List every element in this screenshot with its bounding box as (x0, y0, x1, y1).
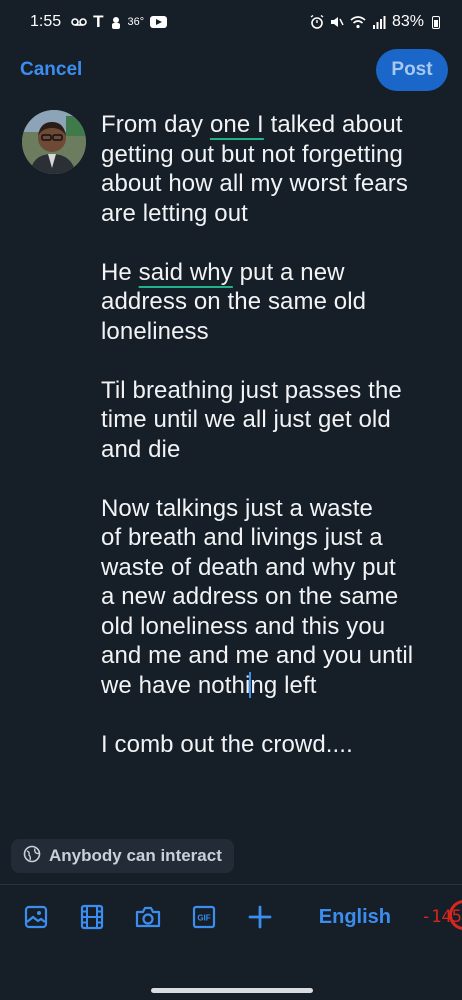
status-right: 83% (310, 13, 440, 31)
paragraph: Now talkings just a waste of breath and … (101, 494, 446, 701)
mute-icon (330, 15, 344, 29)
language-selector[interactable]: English (319, 906, 391, 929)
post-text-input[interactable]: From day one I talked about getting out … (101, 110, 446, 789)
avatar (22, 110, 86, 174)
paragraph: He said why put a new address on the sam… (101, 258, 446, 347)
status-time: 1:55 (30, 13, 62, 30)
paragraph: Til breathing just passes the time until… (101, 376, 402, 463)
text-span: Now talkings just a waste of breath and … (101, 494, 414, 699)
divider (0, 884, 462, 885)
alarm-icon (310, 15, 324, 29)
video-icon[interactable] (78, 903, 105, 931)
text-span: From day (101, 111, 210, 138)
youtube-icon (150, 16, 168, 28)
wifi-icon (350, 15, 366, 29)
gif-icon[interactable]: GIF (190, 903, 217, 931)
interaction-settings-button[interactable]: Anybody can interact (11, 839, 234, 873)
paragraph: From day one I talked about getting out … (101, 110, 446, 228)
svg-text:GIF: GIF (197, 914, 210, 923)
voicemail-icon (71, 17, 87, 27)
image-icon[interactable] (22, 903, 49, 931)
home-indicator[interactable] (151, 988, 313, 993)
tmobile-icon: T (93, 12, 104, 31)
camera-icon[interactable] (134, 903, 161, 931)
post-button[interactable]: Post (376, 49, 448, 91)
thumbs-up-icon (110, 16, 122, 29)
battery-icon (432, 15, 440, 29)
signal-icon (372, 15, 386, 29)
composer-header: Cancel Post (0, 48, 462, 92)
status-left: 1:55 T 36° (30, 12, 168, 32)
status-bar: 1:55 T 36° 83% (0, 0, 462, 44)
text-span: He (101, 258, 139, 286)
globe-icon (23, 845, 41, 868)
paragraph: I comb out the crowd.... (101, 730, 353, 758)
spellcheck-underline[interactable]: one I (210, 111, 264, 138)
interaction-label: Anybody can interact (49, 846, 222, 865)
battery-percent: 83% (391, 13, 424, 30)
cancel-button[interactable]: Cancel (20, 59, 82, 81)
text-span: ng left (250, 671, 317, 699)
plus-icon[interactable] (247, 903, 274, 931)
temperature: 36° (127, 16, 145, 28)
spellcheck-underline[interactable]: said why (139, 259, 233, 286)
composer-toolbar: GIF English -145 (0, 890, 462, 944)
